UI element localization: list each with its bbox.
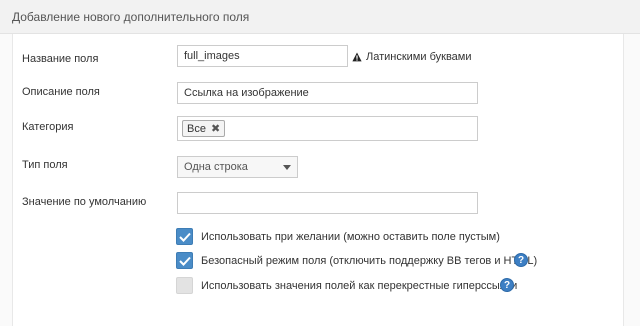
field-name-label: Название поля [22,53,99,65]
field-name-input[interactable]: full_images [177,45,348,67]
field-type-select[interactable]: Одна строка [177,156,298,178]
field-description-input[interactable]: Ссылка на изображение [177,82,478,104]
chevron-down-icon [283,165,291,170]
panel-header: Добавление нового дополнительного поля [0,0,640,34]
safe-mode-label: Безопасный режим поля (отключить поддерж… [201,255,538,267]
optional-label: Использовать при желании (можно оставить… [201,231,500,243]
category-label: Категория [22,121,74,133]
hyperlinks-checkbox[interactable] [176,277,193,294]
close-icon[interactable]: ✖ [211,122,220,135]
warning-triangle-icon [352,52,362,62]
default-value-label: Значение по умолчанию [22,196,147,208]
category-tag: Все ✖ [182,120,226,137]
help-circle-icon[interactable]: ? [514,253,528,267]
field-name-hint: Латинскими буквами [352,51,472,63]
hyperlinks-label: Использовать значения полей как перекрес… [201,280,518,292]
safe-mode-checkbox[interactable] [176,252,193,269]
hint-text: Латинскими буквами [366,51,472,63]
optional-checkbox[interactable] [176,228,193,245]
help-circle-icon[interactable]: ? [500,278,514,292]
field-description-label: Описание поля [22,86,100,98]
check-icon [179,256,191,266]
category-tag-label: Все [187,122,206,135]
panel-title: Добавление нового дополнительного поля [12,10,250,24]
default-value-input[interactable] [177,192,478,214]
field-type-selected: Одна строка [184,161,248,173]
field-type-label: Тип поля [22,159,68,171]
check-icon [179,232,191,242]
